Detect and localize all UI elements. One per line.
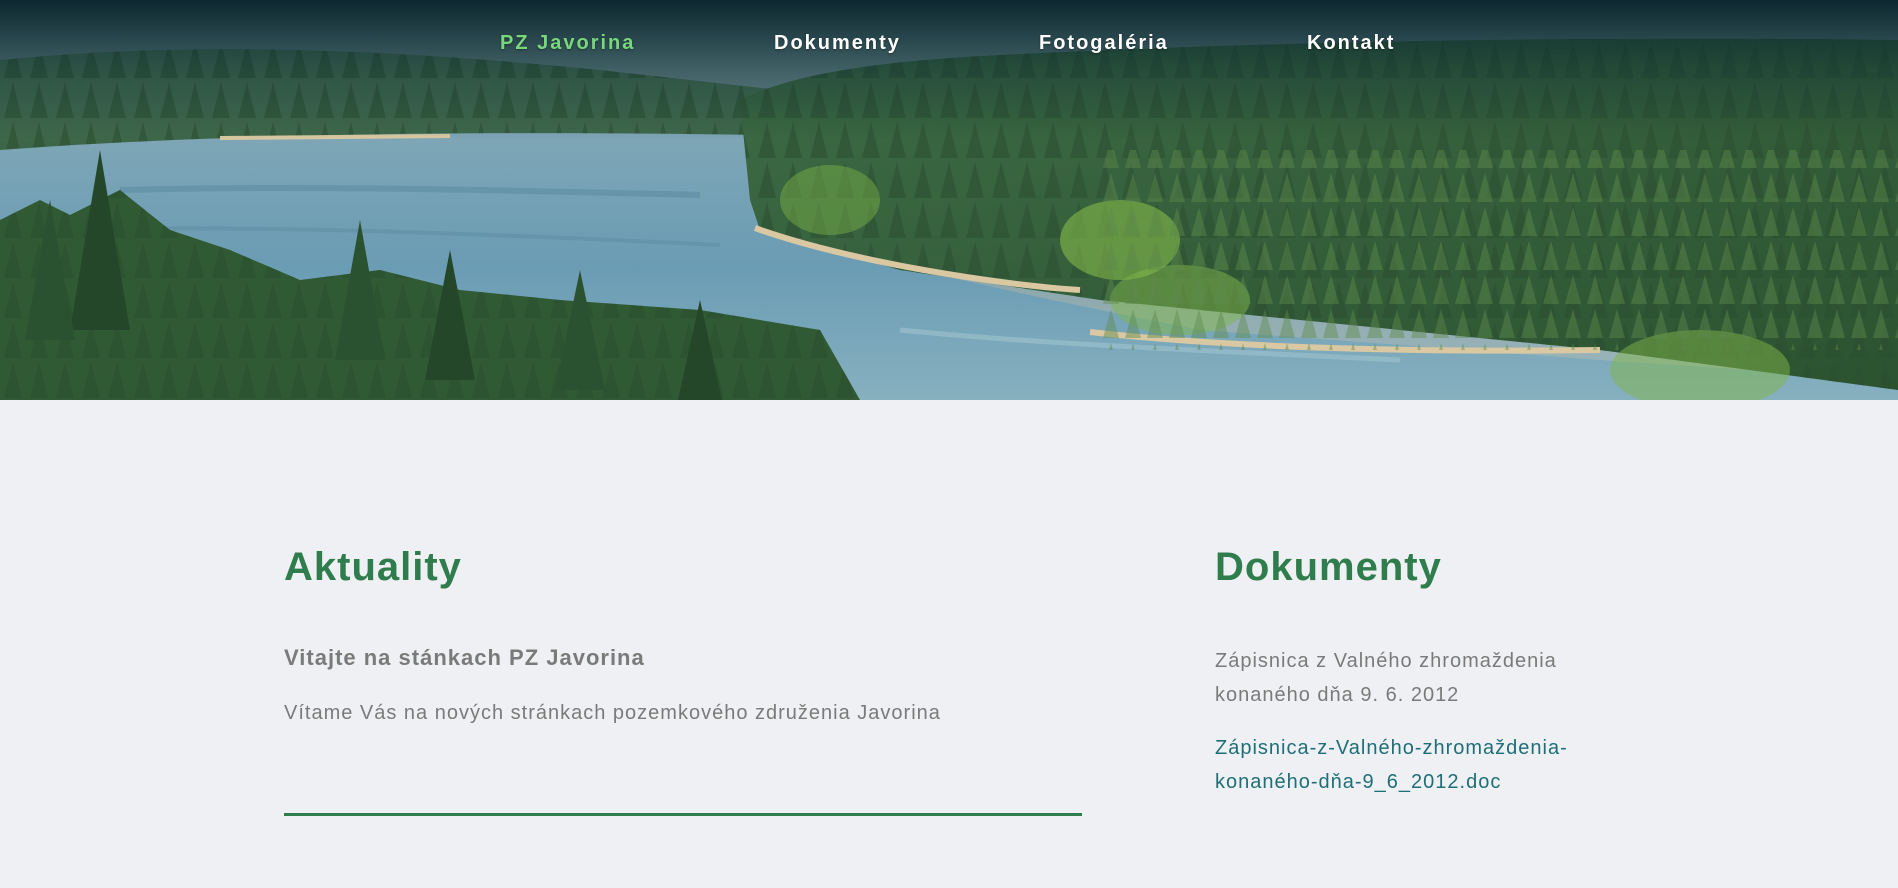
nav-item-fotogaleria[interactable]: Fotogaléria — [1039, 32, 1169, 55]
news-article-title: Vitajte na stánkach PZ Javorina — [284, 645, 645, 670]
nav-item-dokumenty[interactable]: Dokumenty — [774, 32, 901, 55]
news-article-text: Vítame Vás na nových stránkach pozemkové… — [284, 702, 941, 724]
document-description: Zápisnica z Valného zhromaždenia konanéh… — [1215, 650, 1557, 706]
document-download-link[interactable]: Zápisnica-z-Valného-zhromaždenia-konanéh… — [1215, 731, 1635, 799]
hero-banner: PZ Javorina Dokumenty Fotogaléria Kontak… — [0, 0, 1898, 400]
nav-item-kontakt[interactable]: Kontakt — [1307, 32, 1395, 55]
nav-item-pz-javorina[interactable]: PZ Javorina — [500, 32, 635, 55]
news-divider — [284, 813, 1082, 816]
documents-heading: Dokumenty — [1215, 545, 1442, 589]
main-navigation: PZ Javorina Dokumenty Fotogaléria Kontak… — [0, 0, 1898, 90]
news-heading: Aktuality — [284, 545, 462, 589]
